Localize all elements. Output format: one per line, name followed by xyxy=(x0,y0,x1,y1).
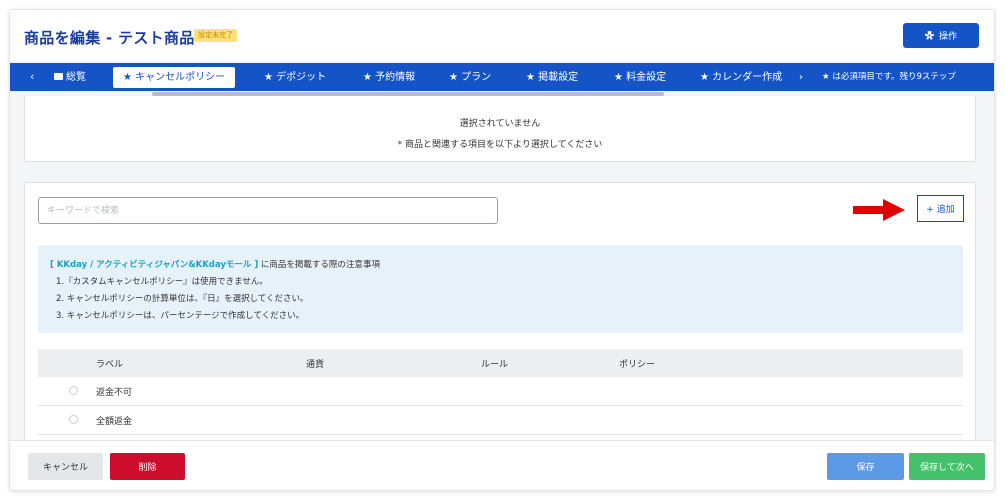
table-row[interactable]: 全額返金 xyxy=(38,406,963,435)
save-button[interactable]: 保存 xyxy=(827,453,904,480)
row-label: 全額返金 xyxy=(96,417,133,427)
gear-icon xyxy=(924,31,934,40)
actions-button[interactable]: 操作 xyxy=(903,23,979,48)
notice-heading: [ KKday / アクティビティジャパン&KKdayモール ] に商品を掲載す… xyxy=(50,257,951,274)
tab-calendar[interactable]: ★ カレンダー作成 xyxy=(700,67,782,88)
tab-label: 総覧 xyxy=(66,72,86,83)
delete-button[interactable]: 削除 xyxy=(110,453,185,480)
tab-cancel-policy[interactable]: ★ キャンセルポリシー xyxy=(113,67,236,88)
column-rule: ルール xyxy=(481,360,509,370)
tab-deposit[interactable]: ★ デポジット xyxy=(264,67,326,88)
row-radio[interactable] xyxy=(69,386,78,395)
notice-box: [ KKday / アクティビティジャパン&KKdayモール ] に商品を掲載す… xyxy=(38,245,963,333)
row-radio[interactable] xyxy=(69,415,78,424)
column-policy: ポリシー xyxy=(619,360,656,370)
actions-button-label: 操作 xyxy=(938,32,957,42)
tab-booking-info[interactable]: ★ 予約情報 xyxy=(363,67,415,88)
tab-pricing[interactable]: ★ 料金設定 xyxy=(614,67,666,88)
header: 商品を編集 - テスト商品 設定未完了 操作 xyxy=(10,10,994,61)
tab-plan[interactable]: ★ プラン xyxy=(449,67,491,88)
column-label: ラベル xyxy=(96,360,124,370)
book-icon xyxy=(54,72,63,80)
notice-highlight: [ KKday / アクティビティジャパン&KKdayモール ] xyxy=(50,260,259,270)
app-window: 商品を編集 - テスト商品 設定未完了 操作 ‹ 総覧 ★ キャンセルポリシー … xyxy=(9,9,995,491)
table-header: ラベル 通貨 ルール ポリシー xyxy=(38,349,963,377)
selection-hint: * 商品と関連する項目を以下より選択してください xyxy=(397,140,603,150)
notice-heading-text: に商品を掲載する際の注意事項 xyxy=(258,260,380,270)
red-arrow-icon xyxy=(853,199,905,221)
tabs-next-arrow[interactable]: › xyxy=(799,67,803,88)
add-button[interactable]: + 追加 xyxy=(917,195,964,222)
tabs-prev-arrow[interactable]: ‹ xyxy=(30,70,34,83)
table-row[interactable]: 返金不可 xyxy=(38,377,963,406)
empty-selection-text: 選択されていません xyxy=(459,119,541,129)
tab-overview[interactable]: 総覧 xyxy=(54,67,86,88)
row-label: 返金不可 xyxy=(96,388,133,398)
required-steps-note: ★ は必須項目です。残り9ステップ xyxy=(822,72,956,82)
notice-item: 2. キャンセルポリシーの計算単位は、『日』を選択してください。 xyxy=(56,294,309,304)
selected-policy-panel: 選択されていません * 商品と関連する項目を以下より選択してください xyxy=(24,96,976,162)
search-input[interactable] xyxy=(38,197,498,224)
notice-item: 3. キャンセルポリシーは、パーセンテージで作成してください。 xyxy=(56,311,305,321)
column-currency: 通貨 xyxy=(306,360,325,370)
cancel-button[interactable]: キャンセル xyxy=(28,453,103,480)
page-title: 商品を編集 - テスト商品 xyxy=(24,29,195,47)
step-tabbar: ‹ 総覧 ★ キャンセルポリシー ★ デポジット ★ 予約情報 ★ プラン ★ … xyxy=(10,63,994,91)
tab-listing-settings[interactable]: ★ 掲載設定 xyxy=(526,67,578,88)
notice-item: 1.『カスタムキャンセルポリシー』は使用できません。 xyxy=(56,277,268,287)
status-badge: 設定未完了 xyxy=(194,29,237,42)
save-and-next-button[interactable]: 保存して次へ xyxy=(909,453,985,480)
footer-bar: キャンセル 削除 保存 保存して次へ xyxy=(10,440,994,490)
